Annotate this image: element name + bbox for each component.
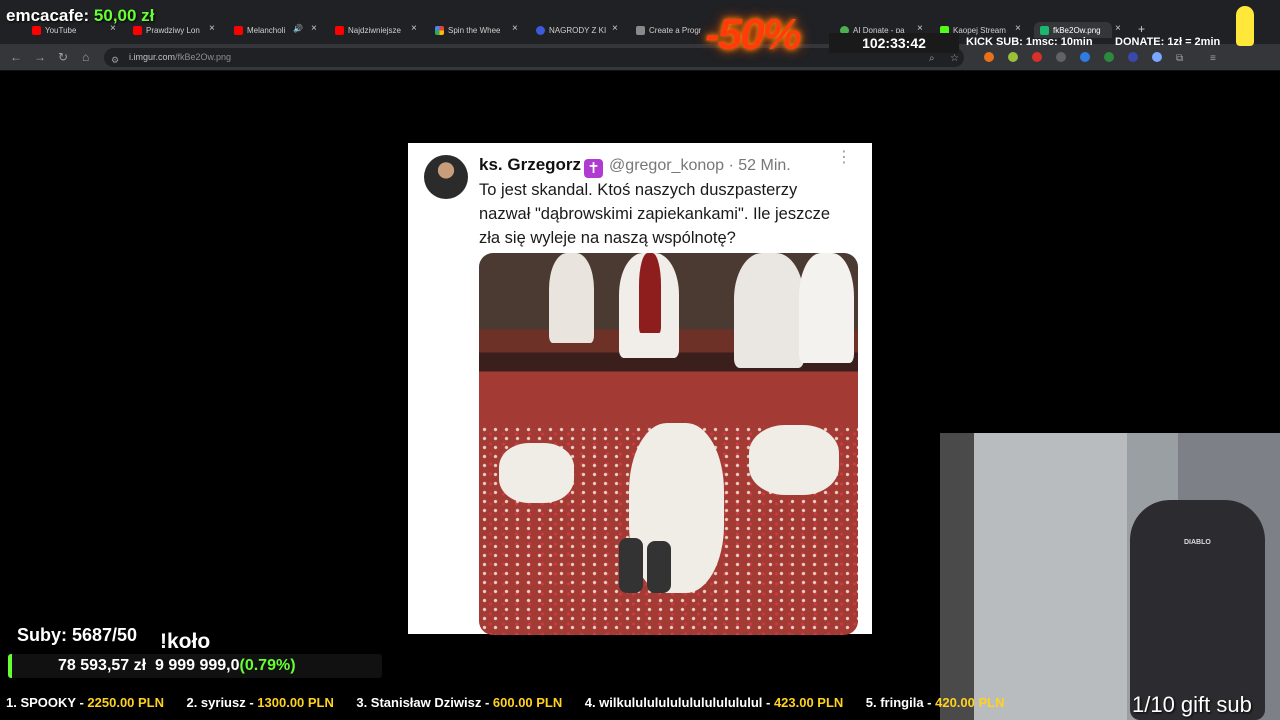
extension-icon[interactable] [984, 52, 994, 62]
youtube-icon [32, 25, 41, 35]
new-tab-icon[interactable]: + [1138, 23, 1145, 35]
url-text[interactable]: i.imgur.com/fkBe2Ow.png [129, 52, 231, 62]
youtube-icon [133, 25, 142, 35]
cross-badge-icon: ✝ [584, 159, 604, 178]
donor-entry: 2. syriusz - 1300.00 PLN [186, 695, 334, 710]
extension-icon[interactable] [1008, 52, 1018, 62]
close-icon[interactable]: × [411, 24, 417, 34]
photo-figure [799, 253, 854, 363]
globe-icon [536, 25, 545, 35]
photo-figure [639, 253, 661, 333]
extension-icon[interactable] [1128, 52, 1138, 62]
dancing-banana-icon [1236, 6, 1254, 46]
reload-icon[interactable]: ↻ [58, 50, 68, 64]
donation-goal-text: 78 593,57 zł 9 999 999,0(0.79%) [58, 657, 296, 674]
close-icon[interactable]: × [1115, 24, 1121, 34]
donate-rate: DONATE: 1zł = 2min [1115, 36, 1221, 48]
last-donation: emcacafe: 50,00 zł [6, 6, 155, 25]
subathon-timer: 102:33:42 [829, 33, 959, 53]
gaming-chair [1130, 500, 1265, 720]
imgur-icon [1040, 25, 1049, 35]
site-info-icon[interactable]: ⚙ [111, 53, 119, 67]
donor-entry: 5. fringila - 420.00 PLN [865, 695, 1005, 710]
menu-icon[interactable]: ≡ [1210, 52, 1216, 66]
extension-icon[interactable] [1032, 52, 1042, 62]
close-icon[interactable]: × [311, 24, 317, 34]
wheel-command: !koło [160, 630, 211, 653]
wheel-icon [435, 25, 444, 35]
more-options-icon: ⋮ [836, 149, 852, 166]
tweet-author: ks. Grzegorz ✝ @gregor_konop · 52 Min. [479, 155, 791, 178]
tab-melancholi[interactable]: Melancholi [234, 22, 289, 38]
tab-nagrody[interactable]: NAGRODY Z KI [536, 22, 606, 38]
chair-logo: DIABLO [1184, 539, 1211, 546]
youtube-icon [234, 25, 243, 35]
speaker-icon[interactable]: 🔊 [293, 24, 303, 34]
tab-najdziwniejsze[interactable]: Najdziwniejsze [335, 22, 405, 38]
extension-icon[interactable] [1104, 52, 1114, 62]
forward-icon[interactable]: → [34, 50, 46, 64]
photo-shoe [619, 538, 643, 593]
bookmark-star-icon[interactable]: ☆ [950, 52, 959, 66]
donor-entry: 4. wilkulululululululululululul - 423.00… [584, 695, 844, 710]
photo-figure [549, 253, 594, 343]
close-icon[interactable]: × [612, 24, 618, 34]
close-icon[interactable]: × [1015, 24, 1021, 34]
avatar [424, 155, 468, 199]
photo-figure [629, 423, 724, 593]
gift-sub-counter: 1/10 gift sub [1132, 692, 1252, 717]
extension-icon[interactable] [1056, 52, 1066, 62]
home-icon[interactable]: ⌂ [82, 50, 89, 64]
youtube-icon [335, 25, 344, 35]
photo-figure [499, 443, 574, 503]
goal-progress-fill [8, 654, 13, 678]
kick-sub-rate: KICK SUB: 1msc: 10min [966, 36, 1093, 48]
subs-counter: Suby: 5687/50 [17, 625, 138, 645]
tweet-text: To jest skandal. Ktoś naszych duszpaster… [479, 181, 831, 247]
close-icon[interactable]: × [209, 24, 215, 34]
top-donors-ticker: 1. SPOOKY - 2250.00 PLN 2. syriusz - 130… [0, 692, 1130, 714]
promo-fire-text: -50% [705, 10, 802, 59]
extensions-puzzle-icon[interactable]: ⧉ [1176, 52, 1183, 66]
photo-figure [749, 425, 839, 495]
donor-entry: 1. SPOOKY - 2250.00 PLN [6, 695, 165, 710]
tab-spin-wheel[interactable]: Spin the Whee [435, 22, 505, 38]
back-icon[interactable]: ← [10, 50, 22, 64]
tweet-screenshot: ks. Grzegorz ✝ @gregor_konop · 52 Min. ⋮ T… [408, 143, 872, 635]
tab-create-progress[interactable]: Create a Progr [636, 22, 704, 38]
photo-shoe [647, 541, 671, 593]
zoom-icon[interactable]: ⌕ [929, 52, 935, 66]
extension-icon[interactable] [1080, 52, 1090, 62]
close-icon[interactable]: × [512, 24, 518, 34]
photo-figure [734, 253, 804, 368]
page-icon [636, 25, 645, 35]
tweet-photo [479, 253, 858, 635]
donor-entry: 3. Stanisław Dziwisz - 600.00 PLN [356, 695, 563, 710]
extension-icon[interactable] [1152, 52, 1162, 62]
